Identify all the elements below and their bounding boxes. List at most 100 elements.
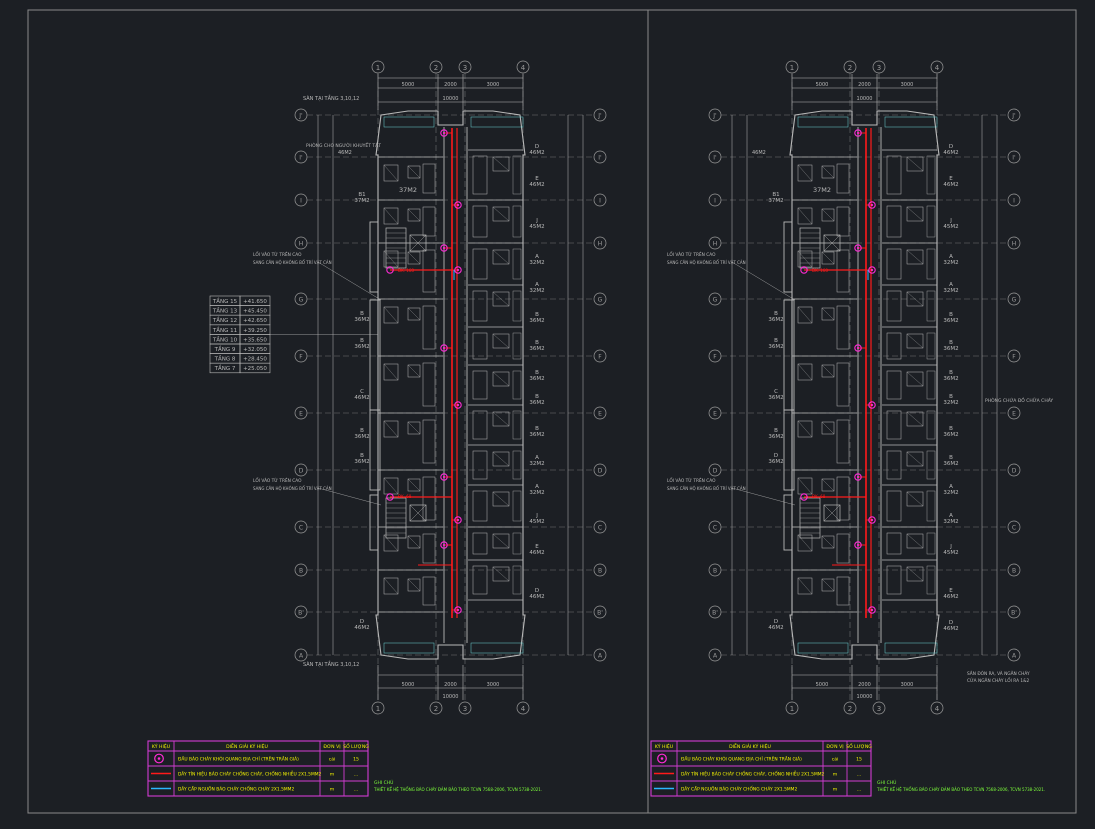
annotation-exit: SÂN ĐÓN RA, VÀ NGĂN CHÁY [967,670,1030,677]
legend-qty: ... [354,788,358,793]
floor-name: TẦNG 15 [212,297,238,305]
floor-level: +41.650 [243,299,267,305]
floor-level: +28.450 [243,357,267,363]
dimension-text: 3000 [901,682,914,688]
notes-text: THIẾT KẾ HỆ THỐNG BÁO CHÁY ĐẢM BẢO THEO … [876,786,1045,792]
legend-unit: cái [329,756,336,763]
legend-qty: ... [857,788,861,793]
grid-label: I [714,198,716,205]
unit-area-label: 45M2 [943,224,958,230]
grid-label: 3 [877,64,881,72]
grid-label: 3 [463,64,467,72]
smoke-detector-dot [856,131,860,135]
legend-unit: m [833,788,838,793]
grid-label: H [713,241,718,248]
smoke-detector-dot [442,475,446,479]
unit-area-label: 36M2 [354,344,369,350]
floor-level: +25.050 [243,366,267,372]
grid-label: I [599,198,601,205]
grid-label: 2 [848,705,852,713]
dimension-text: 5000 [816,82,829,88]
legend-unit: m [330,773,335,778]
unit-area-label: 32M2 [943,519,958,525]
grid-label: 1 [790,705,794,713]
grid-label: 2 [434,705,438,713]
unit-area-label: 36M2 [354,434,369,440]
cable-length-label: ĐK. 68 [812,494,826,499]
floor-level: +39.250 [243,328,267,334]
smoke-detector-dot [157,757,161,760]
smoke-detector-dot [442,543,446,547]
grid-label: C [1012,525,1016,532]
smoke-detector-dot [456,518,460,522]
annotation-exit: SANG CĂN HỘ KHÔNG BỐ TRÍ VẬT CẢN [253,260,332,265]
grid-label: B' [1011,610,1017,617]
notes-title: GHI CHÚ [374,779,393,786]
floor-name: TẦNG 8 [214,355,236,363]
unit-area-label: 32M2 [529,461,544,467]
unit-area-label: 46M2 [768,625,783,631]
dimension-text: 3000 [901,82,914,88]
floor-name: TẦNG 12 [212,316,237,324]
unit-area-label: 36M2 [943,346,958,352]
unit-area-label: 36M2 [529,432,544,438]
grid-label: 3 [877,705,881,713]
smoke-detector-dot [660,757,664,760]
unit-area-label: 46M2 [354,395,369,401]
dimension-text: 5000 [402,82,415,88]
grid-label: B' [597,610,603,617]
unit-area-label: 36M2 [529,400,544,406]
unit-area-label: 37M2 [399,186,417,194]
grid-label: E [598,411,602,418]
unit-area-label: 32M2 [943,400,958,406]
unit-area-label: 46M2 [529,594,544,600]
grid-label: E [1012,411,1016,418]
unit-area-label: 45M2 [943,550,958,556]
grid-label: J' [712,113,717,120]
grid-label: F [1012,354,1016,361]
dimension-text: 2000 [858,682,871,688]
smoke-detector-dot [870,268,874,272]
cable-length-label: ĐK. 68 [398,494,412,499]
grid-label: G [1012,297,1017,304]
unit-area-label: 32M2 [943,260,958,266]
dimension-text: 2000 [444,682,457,688]
unit-area-label: 36M2 [943,432,958,438]
grid-label: F [598,354,602,361]
unit-area-label: 37M2 [813,186,831,194]
grid-label: F [713,354,717,361]
floor-name: TẦNG 7 [214,364,236,372]
unit-area-label: 46M2 [943,150,958,156]
smoke-detector-dot [870,608,874,612]
floor-name: TẦNG 11 [212,326,237,334]
unit-area-label: 32M2 [943,288,958,294]
legend-qty: 15 [353,757,359,763]
grid-label: G [299,297,304,304]
floor-name: TẦNG 9 [214,345,236,353]
cable-length-label: ĐK. 168 [398,268,414,273]
grid-label: B [713,568,717,575]
legend-qty: 15 [856,757,862,763]
notes-title: GHI CHÚ [877,779,896,786]
unit-area-label: 36M2 [529,376,544,382]
floor-level: +32.050 [243,347,267,353]
grid-label: 4 [935,705,940,713]
grid-label: I' [713,155,717,162]
legend-qty: ... [354,773,358,778]
smoke-detector-dot [442,346,446,350]
unit-area-label: 46M2 [943,626,958,632]
grid-label: 1 [790,64,794,72]
smoke-detector-dot [456,203,460,207]
grid-label: J' [298,113,303,120]
grid-label: C [713,525,717,532]
grid-label: I' [598,155,602,162]
grid-label: H [299,241,304,248]
grid-label: 1 [376,705,380,713]
floor-name: TẦNG 10 [212,335,238,343]
plan-title-top: SÀN TẠI TẦNG 3,10,12 [303,94,359,102]
dimension-text: 10000 [857,694,873,700]
unit-area-label: 46M2 [943,182,958,188]
unit-area-label: 45M2 [529,519,544,525]
cable-length-label: ĐK. 168 [812,268,828,273]
unit-area-label: 32M2 [943,490,958,496]
